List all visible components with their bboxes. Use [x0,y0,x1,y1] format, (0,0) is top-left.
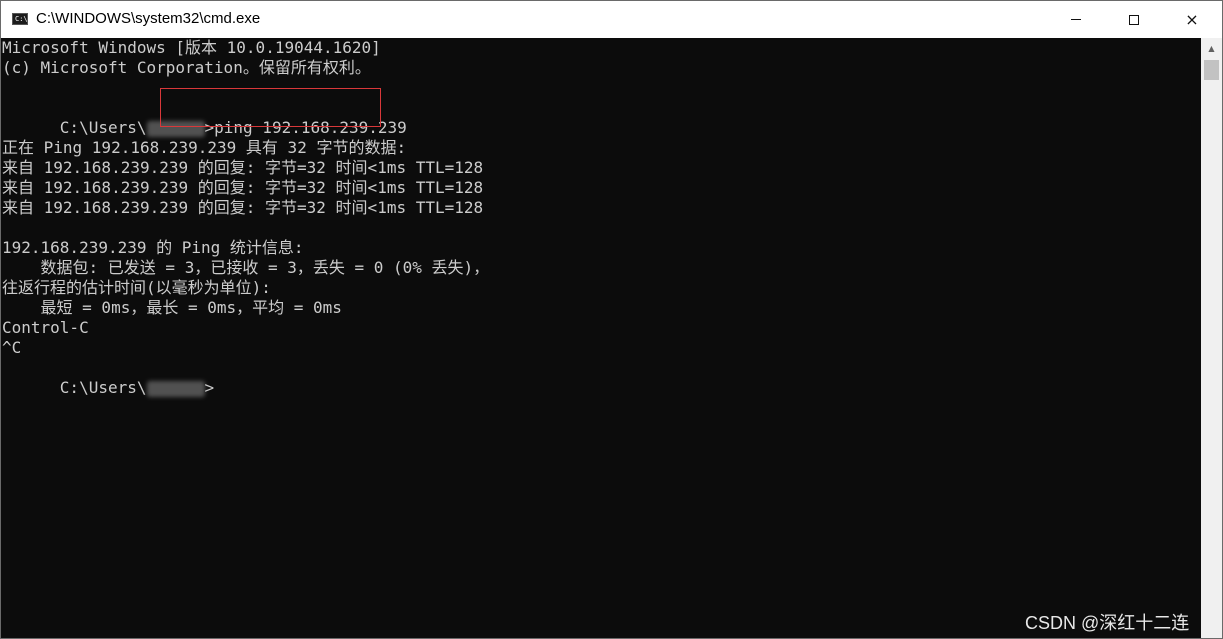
command-highlight-box [160,88,381,127]
maximize-icon [1129,14,1139,25]
final-prompt-suffix: > [204,378,215,397]
chevron-up-icon: ▲ [1208,43,1215,53]
title-bar[interactable]: C:\ C:\WINDOWS\system32\cmd.exe × [1,1,1222,38]
console-line: ^C [2,338,22,357]
cmd-icon[interactable]: C:\ [12,13,28,25]
final-prompt-prefix: C:\Users\ [59,378,147,397]
redacted-username [146,380,205,397]
prompt-prefix: C:\Users\ [59,118,147,137]
console-line: Microsoft Windows [版本 10.0.19044.1620] [2,38,381,57]
console-output[interactable]: Microsoft Windows [版本 10.0.19044.1620] (… [2,38,1201,638]
console-line: 数据包: 已发送 = 3，已接收 = 3，丢失 = 0 (0% 丢失)， [2,258,490,277]
console-line: Control-C [2,318,89,337]
console-line: 来自 192.168.239.239 的回复: 字节=32 时间<1ms TTL… [2,198,484,217]
csdn-watermark: CSDN @深红十二连 [1025,613,1190,633]
scroll-thumb[interactable] [1204,60,1219,80]
scroll-up-button[interactable]: ▲ [1201,38,1222,58]
cmd-icon-text: C:\ [15,15,28,23]
console-line: 最短 = 0ms，最长 = 0ms，平均 = 0ms [2,298,342,317]
cmd-window: C:\ C:\WINDOWS\system32\cmd.exe × Micros… [0,0,1223,639]
vertical-scrollbar[interactable]: ▲ [1201,38,1222,638]
console-line: 来自 192.168.239.239 的回复: 字节=32 时间<1ms TTL… [2,158,484,177]
minimize-button[interactable] [1047,1,1105,38]
window-title: C:\WINDOWS\system32\cmd.exe [36,10,261,27]
console-line: 来自 192.168.239.239 的回复: 字节=32 时间<1ms TTL… [2,178,484,197]
close-button[interactable]: × [1163,1,1221,38]
console-line: 正在 Ping 192.168.239.239 具有 32 字节的数据: [2,138,407,157]
minimize-icon [1071,19,1081,20]
maximize-button[interactable] [1105,1,1163,38]
console-line: 192.168.239.239 的 Ping 统计信息: [2,238,304,257]
close-icon: × [1185,9,1199,29]
console-line: 往返行程的估计时间(以毫秒为单位): [2,278,271,297]
final-prompt-line: C:\Users\ > [2,358,214,397]
console-line: (c) Microsoft Corporation。保留所有权利。 [2,58,371,77]
